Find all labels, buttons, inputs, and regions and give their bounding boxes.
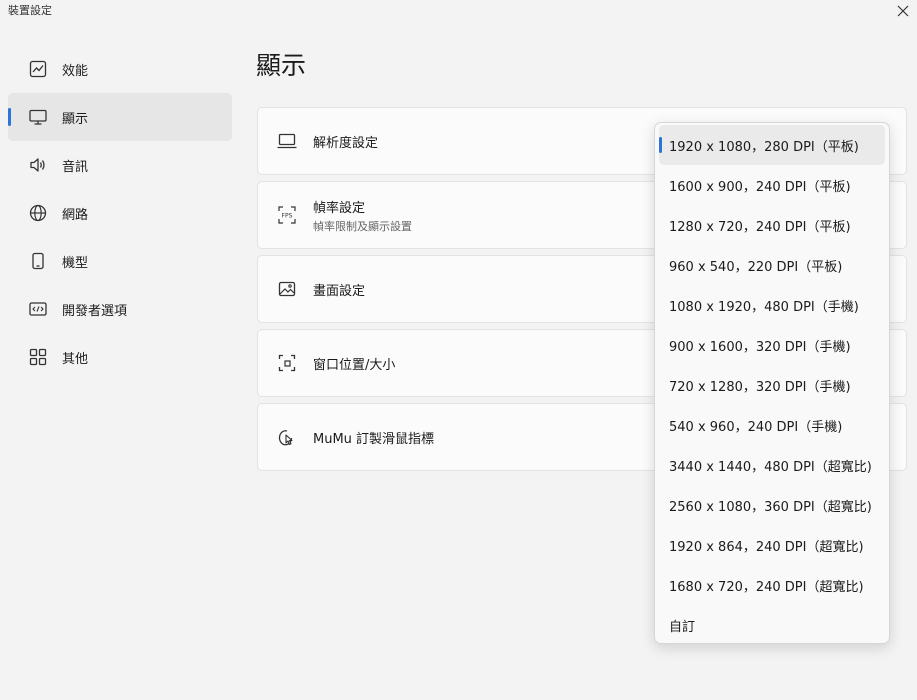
resolution-option[interactable]: 540 x 960，240 DPI（手機) [659,405,885,445]
title-bar: 裝置設定 [0,0,917,24]
sidebar-item-label: 顯示 [62,111,89,127]
sidebar-item-label: 機型 [62,255,89,271]
resolution-option[interactable]: 1920 x 1080，280 DPI（平板) [659,125,885,165]
sidebar-item-label: 效能 [62,63,89,79]
resolution-option[interactable]: 1080 x 1920，480 DPI（手機) [659,285,885,325]
window-title: 裝置設定 [8,4,52,17]
card-title: 窗口位置/大小 [313,357,396,373]
sidebar-item-audio[interactable]: 音訊 [8,141,232,189]
resolution-option[interactable]: 1680 x 720，240 DPI（超寬比) [659,565,885,605]
close-icon [897,5,909,17]
fps-icon: FPS [277,205,297,225]
grid-icon [28,347,48,367]
close-button[interactable] [889,0,917,22]
sidebar-item-label: 網路 [62,207,89,223]
phone-icon [28,251,48,271]
sidebar-item-developer[interactable]: 開發者選項 [8,285,232,333]
resolution-option[interactable]: 1280 x 720，240 DPI（平板) [659,205,885,245]
image-icon [277,279,297,299]
resolution-dropdown[interactable]: 1920 x 1080，280 DPI（平板) 1600 x 900，240 D… [654,122,890,644]
sidebar-item-label: 開發者選項 [62,303,128,319]
sidebar-item-display[interactable]: 顯示 [8,93,232,141]
resolution-option[interactable]: 960 x 540，220 DPI（平板) [659,245,885,285]
page-title: 顯示 [256,51,307,80]
sidebar: 效能 顯示 音訊 網路 機型 開發者選項 其他 [8,45,232,381]
performance-chart-icon [28,59,48,79]
sidebar-item-other[interactable]: 其他 [8,333,232,381]
resolution-option[interactable]: 2560 x 1080，360 DPI（超寬比) [659,485,885,525]
sidebar-item-model[interactable]: 機型 [8,237,232,285]
sidebar-item-network[interactable]: 網路 [8,189,232,237]
fps-icon-label: FPS [282,213,293,220]
resolution-option[interactable]: 1920 x 864，240 DPI（超寬比) [659,525,885,565]
globe-icon [28,203,48,223]
mouse-cursor-icon [277,427,297,447]
resolution-option[interactable]: 900 x 1600，320 DPI（手機) [659,325,885,365]
sidebar-item-label: 音訊 [62,159,89,175]
sidebar-item-label: 其他 [62,351,89,367]
monitor-icon [28,107,48,127]
sidebar-item-performance[interactable]: 效能 [8,45,232,93]
laptop-icon [277,131,297,151]
speaker-icon [28,155,48,175]
developer-icon [28,299,48,319]
card-title: 解析度設定 [313,135,379,151]
window-frame-icon [277,353,297,373]
resolution-option[interactable]: 3440 x 1440，480 DPI（超寬比) [659,445,885,485]
card-title: MuMu 訂製滑鼠指標 [313,431,435,447]
resolution-option[interactable]: 720 x 1280，320 DPI（手機) [659,365,885,405]
card-subtitle: 幀率限制及顯示設置 [313,219,412,233]
card-title: 畫面設定 [313,283,366,299]
resolution-option[interactable]: 1600 x 900，240 DPI（平板) [659,165,885,205]
card-title: 幀率設定 [313,200,366,216]
settings-window: 裝置設定 效能 顯示 音訊 網路 機型 開發者選項 其他 顯示 解析度設定 FP… [0,0,917,700]
resolution-option-custom[interactable]: 自訂 [659,605,885,645]
